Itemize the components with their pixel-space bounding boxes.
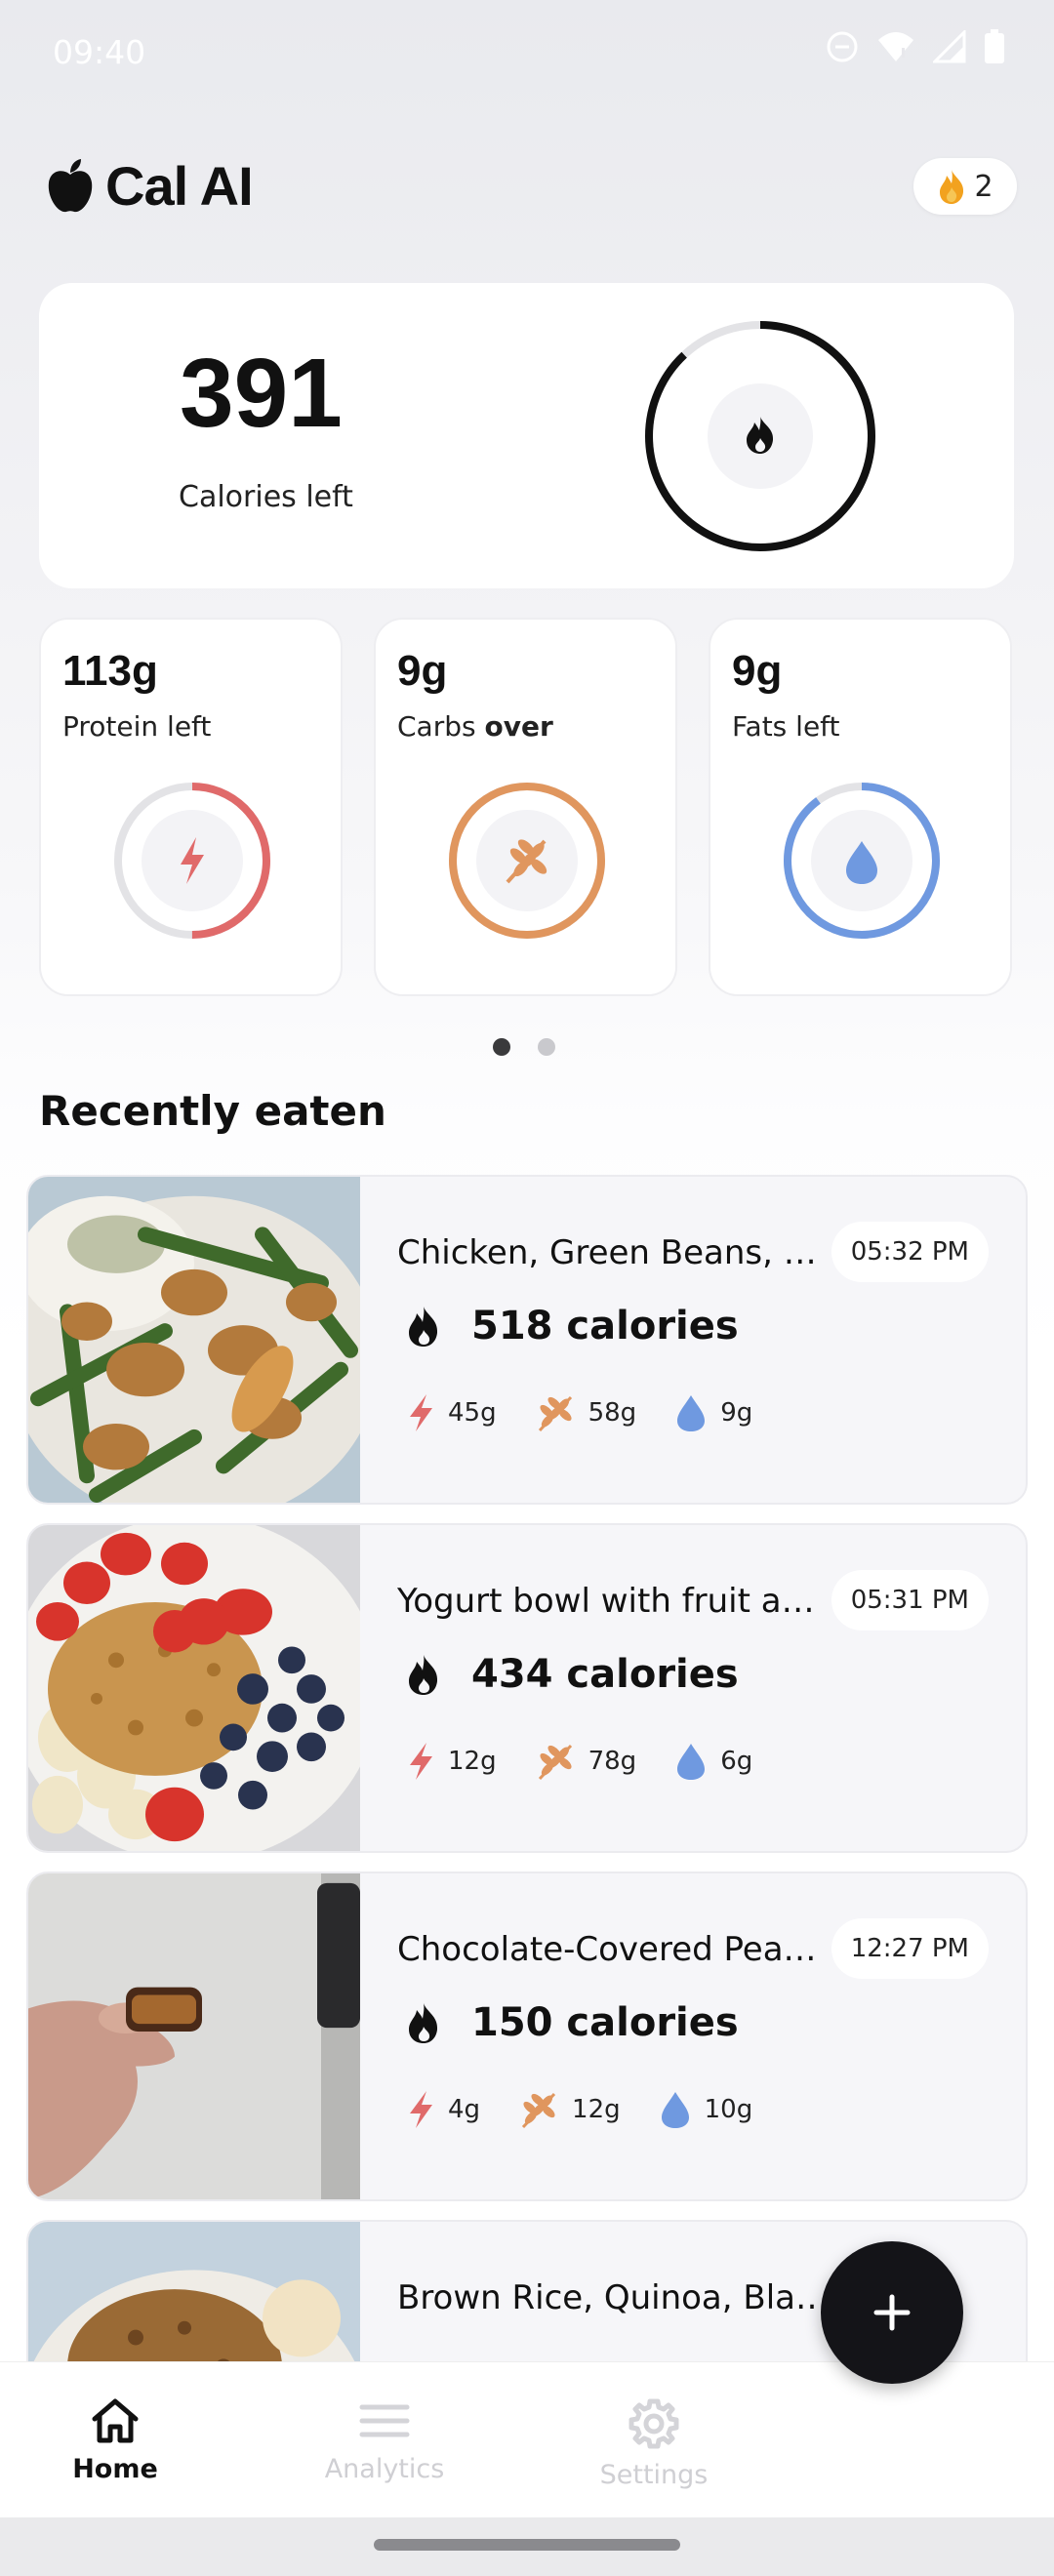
meal-protein: 45g [407, 1393, 497, 1432]
meal-name: Chocolate-Covered Pea… [397, 1930, 817, 1969]
wheat-icon [538, 1744, 572, 1781]
meal-calories: 150 calories [471, 2000, 739, 2045]
meal-fat: 10g [660, 2090, 752, 2129]
app-name: Cal AI [105, 155, 254, 217]
streak-count: 2 [974, 169, 993, 204]
carbs-label: Carbs over [397, 710, 553, 743]
recently-eaten-title: Recently eaten [39, 1087, 386, 1135]
meal-protein: 12g [407, 1742, 497, 1781]
meal-photo [28, 1873, 360, 2199]
lightning-icon [410, 2091, 432, 2128]
pager-dot-1[interactable] [493, 1038, 510, 1056]
meal-card-3[interactable]: Chocolate-Covered Pea… 12:27 PM 150 calo… [26, 1872, 1028, 2201]
droplet-icon [677, 1395, 706, 1431]
add-meal-button[interactable] [821, 2241, 963, 2384]
flame-icon [409, 1655, 438, 1695]
droplet-icon [677, 1744, 706, 1780]
home-indicator[interactable] [374, 2539, 680, 2551]
streak-badge[interactable]: 2 [913, 158, 1017, 215]
meal-fat: 6g [675, 1742, 752, 1781]
lightning-icon [410, 1743, 432, 1780]
fats-value: 9g [732, 647, 783, 695]
calories-left-label: Calories left [179, 480, 353, 514]
fats-progress-ring [784, 783, 940, 939]
meal-card-1[interactable]: Chicken, Green Beans, … 05:32 PM 518 cal… [26, 1175, 1028, 1505]
meal-card-2[interactable]: Yogurt bowl with fruit a… 05:31 PM 434 c… [26, 1523, 1028, 1853]
meal-time: 12:27 PM [831, 1918, 989, 1979]
meal-name: Yogurt bowl with fruit a… [397, 1582, 815, 1621]
meal-photo [28, 1525, 360, 1851]
meal-name: Chicken, Green Beans, … [397, 1233, 817, 1272]
app-logo: Cal AI [45, 154, 254, 218]
meal-protein: 4g [407, 2090, 480, 2129]
carbs-card[interactable]: 9g Carbs over [374, 618, 677, 996]
apple-logo-icon [48, 158, 93, 212]
nav-home[interactable]: Home [18, 2397, 213, 2484]
protein-value: 113g [62, 647, 158, 695]
nav-home-label: Home [72, 2454, 158, 2484]
nav-analytics[interactable]: Analytics [287, 2397, 482, 2484]
protein-label: Protein left [62, 710, 212, 743]
settings-gear-icon [628, 2398, 679, 2449]
meal-carbs: 78g [536, 1742, 636, 1781]
flame-icon [409, 1307, 438, 1347]
meal-photo [28, 1177, 360, 1503]
meal-name: Brown Rice, Quinoa, Blac… [397, 2278, 838, 2317]
meal-carbs: 58g [536, 1393, 636, 1432]
fats-card[interactable]: 9g Fats left [709, 618, 1012, 996]
calories-left-value: 391 [180, 339, 343, 448]
carbs-progress-ring [449, 783, 605, 939]
protein-progress-ring [114, 783, 270, 939]
meal-carbs: 12g [519, 2090, 621, 2129]
plus-icon [873, 2294, 911, 2331]
lightning-icon [410, 1394, 432, 1431]
protein-card[interactable]: 113g Protein left [39, 618, 343, 996]
droplet-icon [661, 2092, 689, 2128]
wheat-icon [521, 2092, 556, 2129]
status-icons [826, 29, 1005, 64]
calories-progress-ring [645, 321, 875, 551]
pager-dot-2[interactable] [538, 1038, 555, 1056]
fats-label: Fats left [732, 710, 840, 743]
analytics-icon [359, 2404, 410, 2437]
status-time: 09:40 [53, 33, 146, 71]
bottom-nav: Home Analytics Settings [0, 2361, 1054, 2518]
pager-dots[interactable] [493, 1038, 555, 1056]
flame-icon [940, 170, 964, 204]
flame-icon [409, 2003, 438, 2043]
carbs-value: 9g [397, 647, 448, 695]
meal-time: 05:31 PM [831, 1570, 989, 1630]
meal-fat: 9g [675, 1393, 752, 1432]
battery-icon [985, 29, 1004, 63]
nav-settings-label: Settings [599, 2460, 709, 2490]
meal-calories: 518 calories [471, 1304, 739, 1348]
meal-calories: 434 calories [471, 1652, 739, 1697]
wifi-icon [878, 32, 913, 61]
signal-icon [933, 30, 966, 63]
meal-time: 05:32 PM [831, 1222, 989, 1282]
do-not-disturb-icon [827, 31, 858, 62]
calories-card[interactable]: 391 Calories left [39, 283, 1014, 588]
wheat-icon [538, 1395, 572, 1432]
nav-settings[interactable]: Settings [556, 2397, 751, 2490]
home-icon [92, 2398, 139, 2443]
nav-analytics-label: Analytics [324, 2454, 445, 2484]
